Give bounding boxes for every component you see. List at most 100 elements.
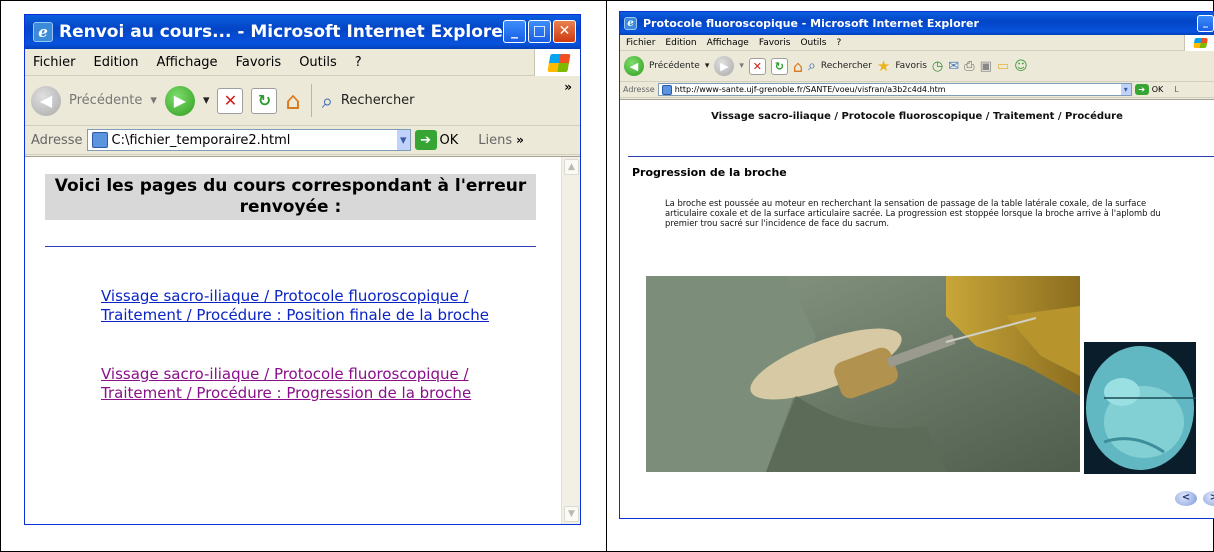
print-icon[interactable]: ⎙ bbox=[964, 59, 974, 74]
address-dropdown-icon[interactable]: ▾ bbox=[396, 130, 410, 150]
favorites-button-label[interactable]: Favoris bbox=[895, 61, 927, 71]
go-arrow-icon: ➔ bbox=[1134, 84, 1149, 95]
go-button-label: OK bbox=[439, 132, 459, 148]
scroll-down-icon[interactable]: ▼ bbox=[564, 506, 579, 522]
window-controls: _ bbox=[1197, 15, 1214, 32]
previous-page-button[interactable]: < bbox=[1175, 491, 1197, 506]
back-arrow-icon[interactable]: ◀ bbox=[31, 85, 61, 116]
history-icon[interactable]: ◷ bbox=[932, 59, 943, 74]
window-controls: _ □ ✕ bbox=[503, 20, 576, 43]
address-label: Adresse bbox=[623, 85, 655, 94]
left-window-title: Renvoi au cours... - Microsoft Internet … bbox=[59, 22, 512, 42]
links-label[interactable]: L bbox=[1174, 85, 1178, 94]
procedure-paragraph: La broche est poussée au moteur en reche… bbox=[665, 198, 1161, 228]
page-icon bbox=[91, 132, 108, 148]
menu-edition[interactable]: Edition bbox=[665, 38, 696, 48]
menu-fichier[interactable]: Fichier bbox=[626, 38, 655, 48]
menu-help[interactable]: ? bbox=[836, 38, 841, 48]
toolbar-separator bbox=[310, 84, 312, 117]
address-input[interactable]: C:\fichier_temporaire2.html ▾ bbox=[86, 129, 411, 151]
menu-outils[interactable]: Outils bbox=[800, 38, 826, 48]
right-address-bar: Adresse http://www-sante.ujf-grenoble.fr… bbox=[620, 82, 1214, 98]
go-arrow-icon: ➔ bbox=[414, 130, 437, 150]
back-arrow-icon[interactable]: ◀ bbox=[624, 56, 644, 76]
page-icon bbox=[661, 84, 672, 95]
forward-arrow-icon[interactable]: ▶ bbox=[714, 56, 735, 76]
search-icon[interactable]: ⌕ bbox=[808, 58, 816, 74]
address-dropdown-icon[interactable]: ▾ bbox=[1119, 84, 1131, 95]
right-toolbar: ◀ Précédente ▾ ▶ ▾ ✕ ↻ ⌂ ⌕ Rechercher ★ … bbox=[620, 51, 1214, 82]
menu-help[interactable]: ? bbox=[355, 55, 362, 70]
next-page-button[interactable]: > bbox=[1203, 491, 1214, 506]
back-dropdown-icon[interactable]: ▾ bbox=[705, 61, 710, 71]
right-menu-bar: Fichier Edition Affichage Favoris Outils… bbox=[620, 35, 1214, 51]
menu-outils[interactable]: Outils bbox=[299, 55, 337, 70]
breadcrumb: Vissage sacro-iliaque / Protocole fluoro… bbox=[711, 111, 1123, 122]
back-button-label[interactable]: Précédente bbox=[649, 61, 700, 71]
left-title-bar[interactable]: e Renvoi au cours... - Microsoft Interne… bbox=[25, 15, 580, 49]
right-title-bar[interactable]: e Protocole fluoroscopique - Microsoft I… bbox=[620, 12, 1214, 35]
page-heading: Voici les pages du cours correspondant à… bbox=[45, 174, 536, 220]
links-label[interactable]: Liens bbox=[478, 133, 512, 148]
left-page-content: Voici les pages du cours correspondant à… bbox=[25, 156, 580, 524]
menu-fichier[interactable]: Fichier bbox=[33, 55, 76, 70]
ie-logo-icon: e bbox=[33, 22, 53, 42]
menu-favoris[interactable]: Favoris bbox=[236, 55, 282, 70]
address-input[interactable]: http://www-sante.ujf-grenoble.fr/SANTE/v… bbox=[657, 83, 1132, 96]
forward-arrow-icon[interactable]: ▶ bbox=[164, 85, 195, 116]
left-toolbar: ◀ Précédente ▾ ▶ ▾ ✕ ↻ ⌂ ⌕ Rechercher » bbox=[25, 76, 580, 126]
home-icon[interactable]: ⌂ bbox=[793, 57, 803, 76]
stop-icon[interactable]: ✕ bbox=[217, 87, 244, 114]
menu-favoris[interactable]: Favoris bbox=[759, 38, 791, 48]
address-label: Adresse bbox=[31, 132, 83, 148]
go-button[interactable]: ➔ OK bbox=[1134, 84, 1164, 95]
minimize-button[interactable]: _ bbox=[503, 20, 526, 43]
page-navigation: < > bbox=[1175, 491, 1214, 506]
messenger-icon[interactable]: ☺ bbox=[1014, 59, 1028, 74]
search-button-label[interactable]: Rechercher bbox=[821, 61, 872, 71]
refresh-icon[interactable]: ↻ bbox=[251, 87, 278, 114]
left-menu-bar: Fichier Edition Affichage Favoris Outils… bbox=[25, 49, 580, 76]
maximize-button[interactable]: □ bbox=[528, 20, 551, 43]
right-browser-window: e Protocole fluoroscopique - Microsoft I… bbox=[619, 11, 1214, 519]
forward-dropdown-icon[interactable]: ▾ bbox=[203, 93, 210, 108]
go-button[interactable]: ➔ OK bbox=[414, 130, 459, 150]
search-icon[interactable]: ⌕ bbox=[322, 89, 333, 113]
vertical-scrollbar[interactable]: ▲ ▼ bbox=[561, 157, 580, 524]
favorites-star-icon[interactable]: ★ bbox=[877, 57, 890, 75]
menu-affichage[interactable]: Affichage bbox=[156, 55, 217, 70]
scroll-up-icon[interactable]: ▲ bbox=[564, 159, 579, 175]
fluoroscopy-image bbox=[1084, 342, 1196, 474]
course-link-position-finale[interactable]: Vissage sacro-iliaque / Protocole fluoro… bbox=[101, 287, 491, 325]
menu-affichage[interactable]: Affichage bbox=[707, 38, 749, 48]
home-icon[interactable]: ⌂ bbox=[285, 87, 300, 115]
right-window-title: Protocole fluoroscopique - Microsoft Int… bbox=[643, 17, 979, 30]
links-chevron[interactable]: » bbox=[516, 133, 524, 147]
section-subtitle: Progression de la broche bbox=[632, 166, 787, 179]
course-link-progression[interactable]: Vissage sacro-iliaque / Protocole fluoro… bbox=[101, 365, 491, 403]
address-value: http://www-sante.ujf-grenoble.fr/SANTE/v… bbox=[674, 85, 946, 94]
toolbar-more-chevron[interactable]: » bbox=[564, 80, 572, 94]
back-dropdown-icon[interactable]: ▾ bbox=[150, 93, 157, 108]
refresh-icon[interactable]: ↻ bbox=[770, 57, 788, 75]
search-button-label[interactable]: Rechercher bbox=[341, 93, 415, 108]
address-value: C:\fichier_temporaire2.html bbox=[111, 132, 291, 148]
windows-flag-icon bbox=[534, 49, 580, 76]
left-address-bar: Adresse C:\fichier_temporaire2.html ▾ ➔ … bbox=[25, 126, 580, 155]
surgical-photo bbox=[646, 276, 1080, 472]
close-button[interactable]: ✕ bbox=[553, 20, 576, 43]
right-page-content: Vissage sacro-iliaque / Protocole fluoro… bbox=[620, 99, 1214, 518]
ie-logo-icon: e bbox=[624, 17, 637, 30]
stop-icon[interactable]: ✕ bbox=[748, 57, 766, 75]
back-button-label[interactable]: Précédente bbox=[69, 93, 142, 108]
mail-icon[interactable]: ✉ bbox=[948, 59, 959, 74]
go-button-label: OK bbox=[1151, 85, 1164, 94]
menu-edition[interactable]: Edition bbox=[94, 55, 139, 70]
horizontal-rule bbox=[45, 246, 536, 247]
edit-icon[interactable]: ▣ bbox=[980, 59, 992, 74]
forward-dropdown-icon[interactable]: ▾ bbox=[739, 61, 744, 71]
folder-icon[interactable]: ▭ bbox=[997, 59, 1009, 74]
horizontal-rule bbox=[628, 156, 1214, 157]
windows-flag-icon bbox=[1184, 35, 1214, 51]
minimize-button[interactable]: _ bbox=[1197, 15, 1214, 32]
